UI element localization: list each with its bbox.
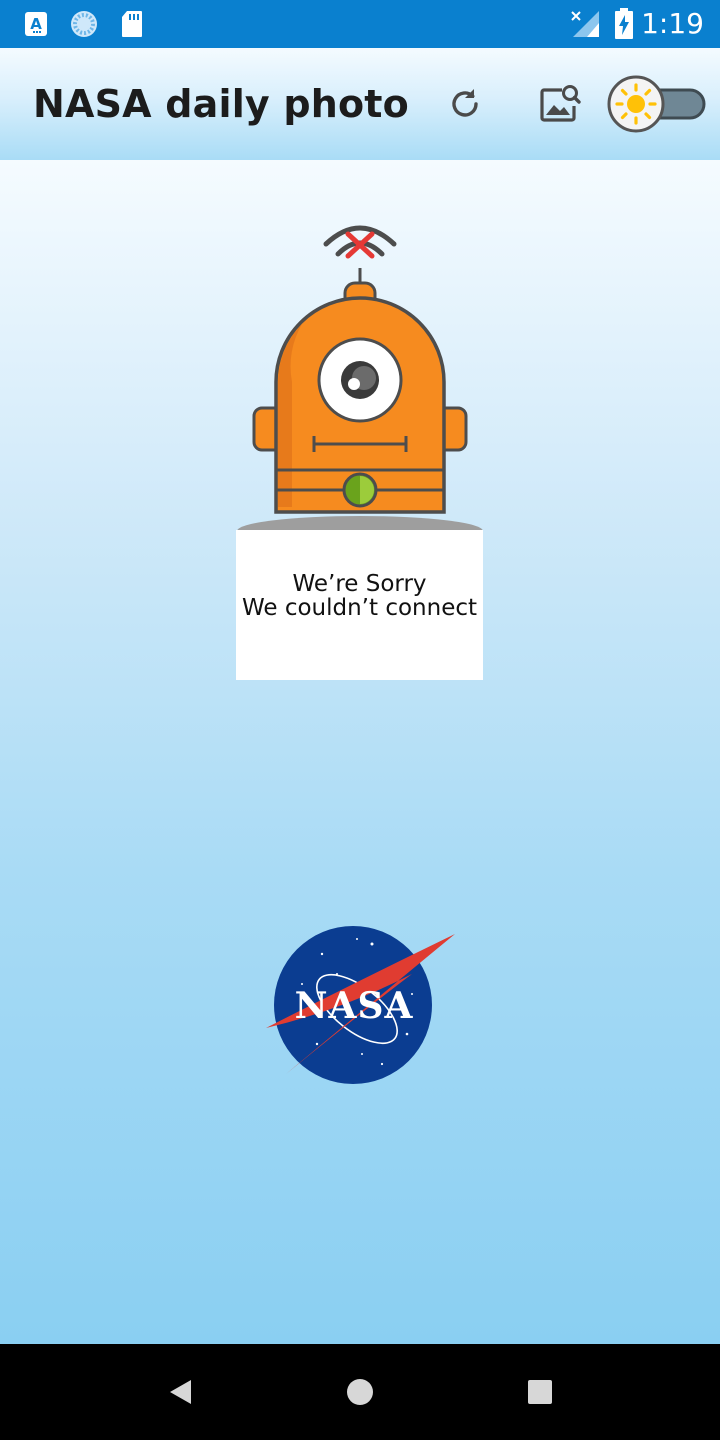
nasa-logo: NASA: [266, 926, 455, 1084]
app-bar: NASA daily photo: [0, 48, 720, 160]
refresh-button[interactable]: [440, 78, 490, 130]
recents-button[interactable]: [500, 1344, 580, 1440]
sync-circle-icon: [70, 0, 98, 48]
home-circle-icon: [347, 1379, 373, 1405]
robot-no-signal-illustration: [237, 225, 483, 546]
svg-text:A: A: [30, 15, 42, 33]
status-bar: A 1:19: [0, 0, 720, 48]
sun-icon: [607, 75, 665, 133]
wifi-off-icon: [323, 225, 397, 259]
back-button[interactable]: [140, 1344, 220, 1440]
home-button[interactable]: [320, 1344, 400, 1440]
nasa-logo-text: NASA: [295, 985, 414, 1027]
image-search-icon: [540, 85, 581, 122]
image-search-button[interactable]: [534, 78, 586, 130]
sd-card-icon: [121, 0, 143, 48]
refresh-icon: [452, 89, 478, 117]
signal-no-data-icon: [570, 0, 600, 48]
error-title: We’re Sorry: [292, 571, 427, 597]
recents-square-icon: [528, 1380, 552, 1404]
battery-charging-icon: [614, 0, 634, 48]
theme-toggle[interactable]: [606, 74, 706, 134]
error-message-card: We’re Sorry We couldn’t connect: [236, 530, 483, 680]
back-triangle-icon: [170, 1380, 191, 1404]
page-title: NASA daily photo: [33, 82, 409, 126]
accessibility-a-icon: A: [24, 0, 48, 48]
error-subtitle: We couldn’t connect: [241, 595, 478, 621]
status-time: 1:19: [641, 7, 704, 40]
navigation-bar: [0, 1344, 720, 1440]
